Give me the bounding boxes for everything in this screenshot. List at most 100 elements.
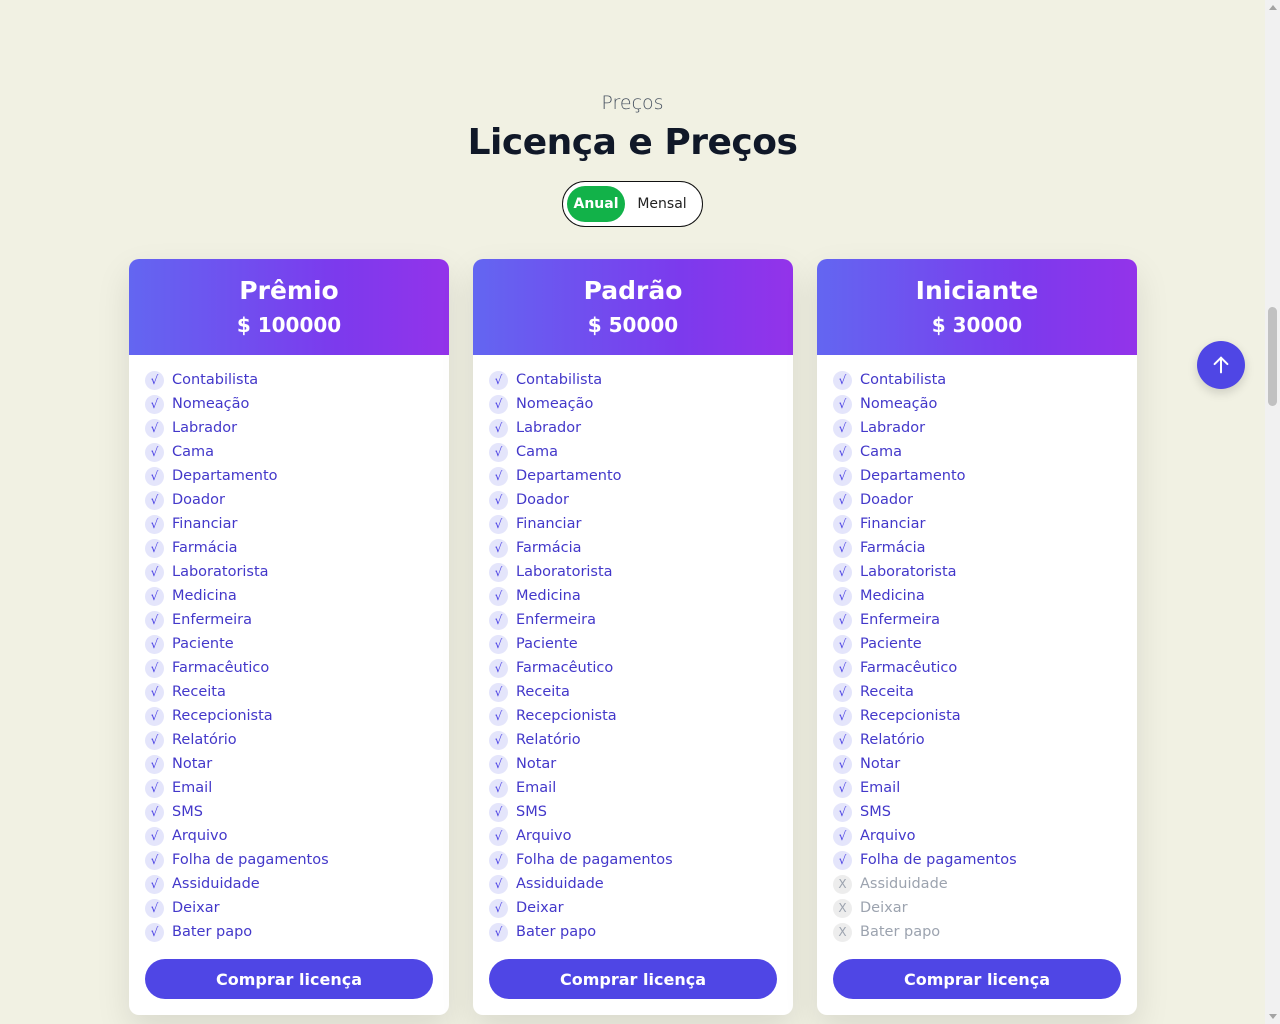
check-icon: √ bbox=[489, 922, 508, 942]
feature-label: Bater papo bbox=[516, 924, 597, 940]
feature-label: Departamento bbox=[516, 468, 622, 484]
feature-item: √ Laboratorista bbox=[489, 560, 793, 584]
check-icon: √ bbox=[145, 586, 164, 606]
feature-label: Medicina bbox=[516, 588, 581, 604]
check-icon: √ bbox=[833, 466, 852, 486]
feature-label: Enfermeira bbox=[516, 612, 597, 628]
check-icon: √ bbox=[833, 562, 852, 582]
cross-icon: X bbox=[833, 898, 852, 918]
feature-label: Cama bbox=[172, 444, 215, 460]
scroll-down-arrow-icon[interactable] bbox=[1269, 1014, 1277, 1019]
feature-label: Email bbox=[172, 780, 213, 796]
check-icon: √ bbox=[145, 682, 164, 702]
check-icon: √ bbox=[833, 634, 852, 654]
feature-item: √ Farmacêutico bbox=[833, 656, 1137, 680]
feature-item: √ Folha de pagamentos bbox=[489, 848, 793, 872]
check-icon: √ bbox=[489, 826, 508, 846]
feature-item: √ Doador bbox=[145, 488, 449, 512]
feature-item: √ Farmacêutico bbox=[145, 656, 449, 680]
feature-item: √ Medicina bbox=[489, 584, 793, 608]
feature-item: √ Doador bbox=[833, 488, 1137, 512]
feature-item: X Assiduidade bbox=[833, 872, 1137, 896]
check-icon: √ bbox=[833, 490, 852, 510]
feature-label: Receita bbox=[172, 684, 226, 700]
feature-item: √ Recepcionista bbox=[489, 704, 793, 728]
check-icon: √ bbox=[489, 682, 508, 702]
feature-label: Assiduidade bbox=[860, 876, 948, 892]
feature-item: √ Recepcionista bbox=[145, 704, 449, 728]
feature-item: √ Email bbox=[145, 776, 449, 800]
feature-label: Laboratorista bbox=[516, 564, 613, 580]
plan-card-iniciante: Iniciante $ 30000 √ Contabilista √ Nomeação… bbox=[817, 259, 1137, 1015]
cross-icon: X bbox=[833, 922, 852, 942]
toggle-monthly[interactable]: Mensal bbox=[627, 186, 697, 222]
feature-label: SMS bbox=[516, 804, 547, 820]
scrollbar-thumb[interactable] bbox=[1268, 307, 1277, 406]
scroll-up-arrow-icon[interactable] bbox=[1269, 5, 1277, 10]
feature-item: √ SMS bbox=[833, 800, 1137, 824]
plan-price: $ 50000 bbox=[587, 313, 679, 337]
feature-label: Contabilista bbox=[860, 372, 947, 388]
feature-label: Recepcionista bbox=[516, 708, 617, 724]
plan-price: $ 100000 bbox=[236, 313, 342, 337]
cross-icon: X bbox=[833, 874, 852, 894]
check-icon: √ bbox=[489, 418, 508, 438]
feature-item: √ Cama bbox=[833, 440, 1137, 464]
check-icon: √ bbox=[145, 658, 164, 678]
check-icon: √ bbox=[489, 442, 508, 462]
feature-item: √ Nomeação bbox=[145, 392, 449, 416]
scroll-to-top-button[interactable] bbox=[1197, 341, 1245, 389]
feature-label: SMS bbox=[172, 804, 203, 820]
feature-label: Relatório bbox=[860, 732, 925, 748]
feature-item: X Deixar bbox=[833, 896, 1137, 920]
check-icon: √ bbox=[145, 754, 164, 774]
feature-label: Notar bbox=[516, 756, 557, 772]
feature-list: √ Contabilista √ Nomeação √ Labrador √ Cama √ Dep… bbox=[129, 355, 449, 944]
feature-label: Labrador bbox=[860, 420, 926, 436]
feature-label: Deixar bbox=[860, 900, 908, 916]
feature-item: √ Departamento bbox=[145, 464, 449, 488]
check-icon: √ bbox=[489, 778, 508, 798]
feature-label: Cama bbox=[516, 444, 559, 460]
check-icon: √ bbox=[833, 442, 852, 462]
feature-label: Doador bbox=[172, 492, 225, 508]
feature-item: √ Bater papo bbox=[489, 920, 793, 944]
buy-license-button[interactable]: Comprar licença bbox=[489, 959, 777, 999]
feature-item: √ Email bbox=[833, 776, 1137, 800]
feature-label: Farmácia bbox=[860, 540, 926, 556]
feature-item: √ Email bbox=[489, 776, 793, 800]
check-icon: √ bbox=[833, 802, 852, 822]
feature-label: Nomeação bbox=[860, 396, 938, 412]
feature-label: Arquivo bbox=[860, 828, 916, 844]
feature-label: Arquivo bbox=[516, 828, 572, 844]
arrow-up-icon bbox=[1213, 356, 1229, 374]
check-icon: √ bbox=[833, 394, 852, 414]
check-icon: √ bbox=[489, 610, 508, 630]
plan-name: Padrão bbox=[583, 276, 683, 305]
feature-item: X Bater papo bbox=[833, 920, 1137, 944]
check-icon: √ bbox=[145, 514, 164, 534]
check-icon: √ bbox=[145, 850, 164, 870]
check-icon: √ bbox=[833, 754, 852, 774]
feature-item: √ Contabilista bbox=[833, 368, 1137, 392]
feature-item: √ Financiar bbox=[833, 512, 1137, 536]
feature-label: Paciente bbox=[172, 636, 234, 652]
check-icon: √ bbox=[145, 898, 164, 918]
feature-item: √ Paciente bbox=[833, 632, 1137, 656]
feature-label: Financiar bbox=[860, 516, 926, 532]
feature-label: Folha de pagamentos bbox=[516, 852, 673, 868]
feature-item: √ Enfermeira bbox=[833, 608, 1137, 632]
toggle-annual[interactable]: Anual bbox=[567, 186, 625, 222]
check-icon: √ bbox=[833, 730, 852, 750]
feature-item: √ Folha de pagamentos bbox=[145, 848, 449, 872]
check-icon: √ bbox=[833, 538, 852, 558]
plan-header: Padrão $ 50000 bbox=[473, 259, 793, 355]
feature-label: Folha de pagamentos bbox=[172, 852, 329, 868]
buy-license-button[interactable]: Comprar licença bbox=[833, 959, 1121, 999]
feature-label: Paciente bbox=[516, 636, 578, 652]
buy-license-button[interactable]: Comprar licença bbox=[145, 959, 433, 999]
check-icon: √ bbox=[489, 466, 508, 486]
vertical-scrollbar[interactable] bbox=[1265, 0, 1280, 1024]
feature-item: √ Doador bbox=[489, 488, 793, 512]
feature-item: √ Laboratorista bbox=[145, 560, 449, 584]
